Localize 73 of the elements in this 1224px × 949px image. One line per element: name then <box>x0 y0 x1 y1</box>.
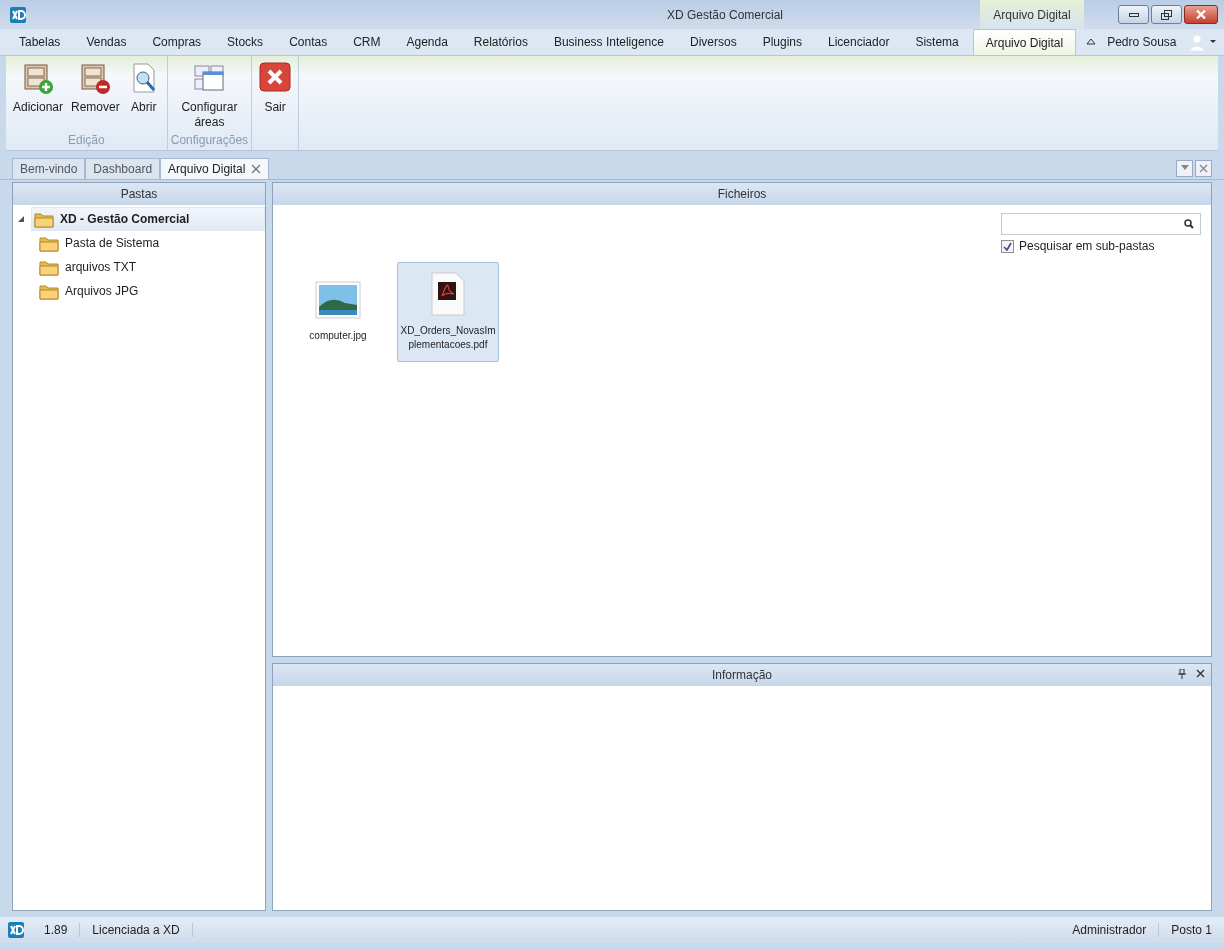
app-logo-icon <box>8 922 24 938</box>
user-menu-button[interactable] <box>1186 33 1217 51</box>
ribbon-tab[interactable]: Vendas <box>74 29 139 55</box>
search-icon <box>1184 219 1194 229</box>
group-label: Edição <box>68 133 105 149</box>
checkbox[interactable] <box>1001 239 1014 253</box>
group-label: Configurações <box>170 133 249 149</box>
close-icon <box>1199 163 1208 173</box>
pin-icon <box>1178 669 1186 679</box>
ribbon-tab[interactable]: Tabelas <box>7 29 73 55</box>
panel-title: Informação <box>712 668 772 682</box>
window-title: XD Gestão Comercial <box>665 6 784 24</box>
document-tab[interactable]: Dashboard <box>85 158 161 179</box>
cabinet-plus-icon <box>22 62 54 94</box>
pdf-document-icon <box>430 272 466 316</box>
document-tab[interactable]: Bem-vindo <box>12 158 86 179</box>
pin-button[interactable] <box>1176 667 1188 681</box>
ribbon-button[interactable]: Adicionar <box>9 60 68 133</box>
ribbon-button[interactable]: Abrir <box>123 60 164 133</box>
ribbon-tab[interactable]: Agenda <box>394 29 460 55</box>
folder-icon <box>34 210 54 228</box>
ribbon-button[interactable]: Configurar áreas <box>173 60 246 133</box>
checkbox-label: Pesquisar em sub-pastas <box>1019 239 1155 253</box>
panel-header: Ficheiros <box>273 183 1211 205</box>
folder-icon <box>39 234 59 252</box>
collapse-ribbon-icon <box>1085 36 1098 48</box>
context-tab-header: Arquivo Digital <box>980 0 1084 29</box>
folder-icon <box>39 282 59 300</box>
folder-icon <box>39 258 59 276</box>
minimize-icon <box>1128 12 1139 17</box>
ribbon-button[interactable]: Sair <box>255 60 296 150</box>
ribbon-tab[interactable]: CRM <box>341 29 393 55</box>
minimize-button[interactable] <box>1118 5 1149 24</box>
panel-header: Pastas <box>13 183 265 205</box>
close-icon <box>1196 669 1205 678</box>
file-item[interactable]: computer.jpg <box>287 262 389 362</box>
version-text: 1.89 <box>32 923 81 937</box>
close-tab-button[interactable] <box>1195 159 1212 177</box>
file-item[interactable]: XD_Orders_NovasImplementacoes.pdf <box>397 262 499 362</box>
ribbon-tab[interactable]: Sistema <box>903 29 971 55</box>
restore-icon <box>1161 9 1172 20</box>
close-icon <box>1196 10 1206 19</box>
ribbon-tab[interactable]: Arquivo Digital <box>972 29 1077 55</box>
station-text: Posto 1 <box>1170 923 1213 937</box>
ribbon-tab[interactable]: Relatórios <box>461 29 540 55</box>
tree-item[interactable]: arquivos TXT <box>37 255 265 279</box>
tree-item[interactable]: XD - Gestão Comercial <box>31 207 265 231</box>
close-button[interactable] <box>1184 5 1218 24</box>
user-name: Pedro Sousa <box>1107 35 1177 49</box>
ribbon-button[interactable]: Remover <box>67 60 124 133</box>
user-role-text: Administrador <box>1060 923 1160 937</box>
caret-icon <box>1180 165 1189 171</box>
ribbon-tab[interactable]: Diversos <box>677 29 749 55</box>
document-tab[interactable]: Arquivo Digital <box>160 158 270 179</box>
user-avatar-icon <box>1186 33 1217 51</box>
windows-icon <box>193 62 226 94</box>
ribbon-tab[interactable]: Licenciador <box>816 29 902 55</box>
image-thumbnail-icon <box>315 281 361 321</box>
ribbon-tab[interactable]: Business Inteligence <box>541 29 676 55</box>
ribbon-tab[interactable]: Plugins <box>750 29 814 55</box>
ribbon-tab[interactable]: Stocks <box>215 29 276 55</box>
restore-button[interactable] <box>1151 5 1182 24</box>
tree-item[interactable]: Pasta de Sistema <box>37 231 265 255</box>
ribbon-tab[interactable]: Contas <box>277 29 340 55</box>
tree-item[interactable]: Arquivos JPG <box>37 279 265 303</box>
check-icon <box>1003 241 1012 251</box>
cross-icon <box>259 62 292 94</box>
tab-list-button[interactable] <box>1176 159 1193 177</box>
app-logo-icon <box>10 6 26 23</box>
ribbon-tab[interactable]: Compras <box>140 29 214 55</box>
license-text: Licenciada a XD <box>80 923 193 937</box>
search-field[interactable] <box>1001 213 1201 235</box>
cabinet-minus-icon <box>79 62 112 94</box>
